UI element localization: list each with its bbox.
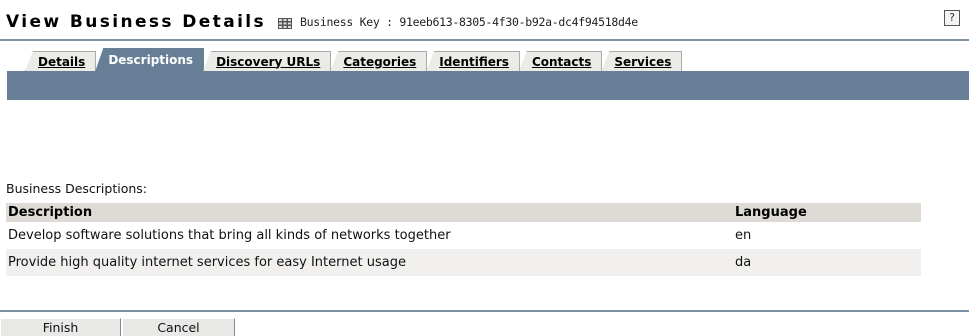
keypad-icon [278, 14, 293, 29]
tab-identifiers[interactable]: Identifiers [426, 51, 520, 71]
section-label: Business Descriptions: [6, 181, 148, 196]
table-header-row: Description Language [6, 203, 921, 222]
page-title: View Business Details [6, 12, 267, 32]
tab-contacts[interactable]: Contacts [518, 51, 603, 71]
description-cell: Provide high quality internet services f… [6, 249, 729, 276]
column-header-language: Language [729, 203, 921, 222]
description-cell: Develop software solutions that bring al… [8, 228, 451, 243]
table-row: Develop software solutions that bring al… [6, 222, 921, 249]
table-row: Provide high quality internet services f… [6, 249, 921, 276]
help-button[interactable]: ? [944, 10, 960, 26]
language-cell: da [729, 249, 921, 276]
tab-services[interactable]: Services [601, 51, 683, 71]
tab-content-strip [7, 71, 969, 100]
tab-discovery-urls[interactable]: Discovery URLs [203, 51, 332, 71]
finish-button[interactable]: Finish [0, 318, 121, 336]
language-cell: en [735, 228, 752, 243]
footer-divider [0, 310, 969, 312]
descriptions-table: Description Language Develop software so… [6, 203, 921, 276]
tab-details[interactable]: Details [25, 51, 97, 71]
title-bar: View Business Details Business Key : 91e… [6, 10, 638, 34]
tab-categories[interactable]: Categories [330, 51, 428, 71]
column-header-description: Description [6, 203, 729, 222]
cancel-button[interactable]: Cancel [122, 318, 235, 336]
tab-bar: Details Descriptions Discovery URLs Cate… [25, 48, 683, 71]
header-divider [0, 39, 969, 41]
business-key: Business Key : 91eeb613-8305-4f30-b92a-d… [300, 15, 638, 29]
tab-descriptions[interactable]: Descriptions [95, 48, 205, 71]
